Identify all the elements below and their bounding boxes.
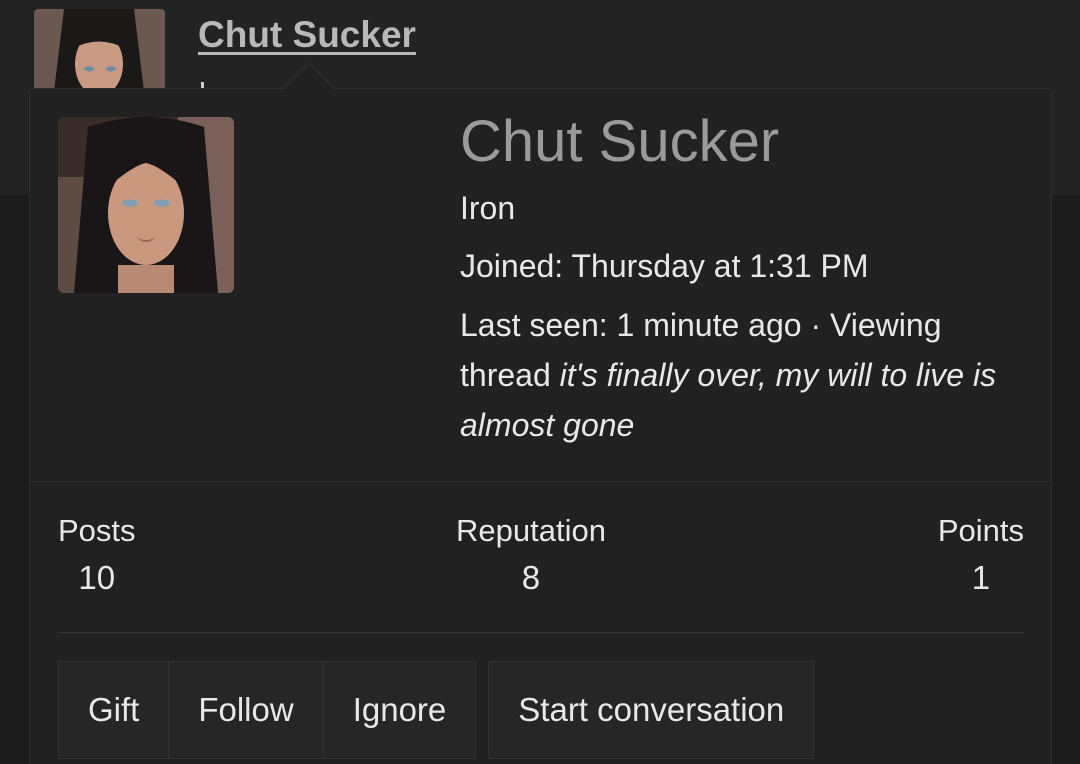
stat-points-value: 1: [971, 559, 991, 596]
member-rank: Iron: [460, 190, 516, 226]
member-actions: Gift Follow Ignore Start conversation: [58, 661, 815, 759]
conversation-button-group: Start conversation: [488, 661, 815, 759]
member-name[interactable]: Chut Sucker: [460, 107, 1030, 177]
stat-reputation-label: Reputation: [456, 513, 606, 548]
member-info: Chut Sucker Iron Joined: Thursday at 1:3…: [460, 107, 1030, 450]
stat-points-label: Points: [937, 513, 1024, 548]
stat-posts-label: Posts: [58, 513, 136, 548]
member-avatar[interactable]: [58, 117, 234, 293]
background-username-link[interactable]: Chut Sucker: [198, 14, 416, 56]
member-last-seen: Last seen: 1 minute ago · Viewing thread…: [460, 300, 1030, 450]
action-button-group: Gift Follow Ignore: [58, 661, 477, 759]
divider: [58, 632, 1024, 633]
divider: [30, 481, 1051, 482]
start-conversation-button[interactable]: Start conversation: [489, 662, 813, 758]
follow-button[interactable]: Follow: [169, 662, 324, 758]
popup-arrow-inner: [284, 64, 334, 89]
stat-posts[interactable]: Posts 10: [58, 509, 136, 603]
stat-points[interactable]: Points 1: [938, 509, 1024, 603]
ignore-button[interactable]: Ignore: [324, 662, 476, 758]
member-stats: Posts 10 Reputation 8 Points 1: [58, 509, 1024, 609]
member-joined: Joined: Thursday at 1:31 PM: [460, 248, 869, 284]
stat-reputation-value: 8: [521, 559, 541, 596]
avatar-image: [34, 9, 165, 91]
avatar-image: [58, 117, 234, 293]
background-avatar[interactable]: [34, 9, 165, 91]
stat-posts-value: 10: [78, 559, 116, 596]
gift-button[interactable]: Gift: [59, 662, 170, 758]
stat-reputation[interactable]: Reputation 8: [456, 509, 606, 603]
member-tooltip-card: Chut Sucker Iron Joined: Thursday at 1:3…: [29, 88, 1052, 764]
